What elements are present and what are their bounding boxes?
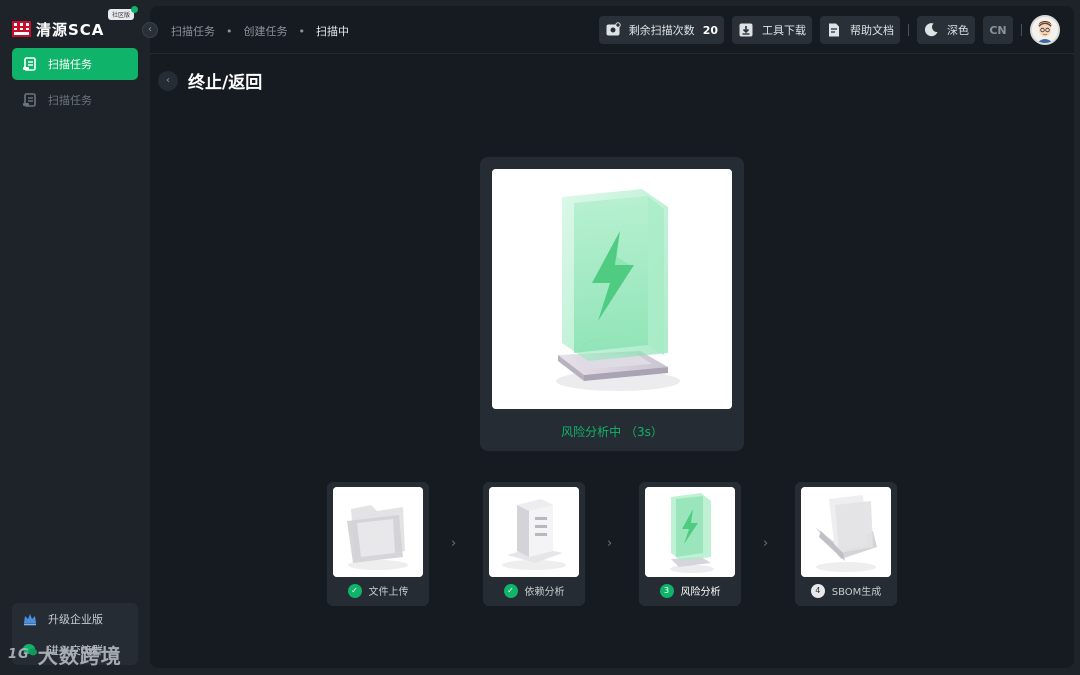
remaining-scans-button[interactable]: 剩余扫描次数 20 (598, 16, 724, 44)
remaining-scans-label: 剩余扫描次数 (628, 24, 695, 37)
step-risk-analysis: 3 风险分析 (639, 482, 741, 606)
sidebar-item-scan-tasks[interactable]: 扫描任务 (12, 48, 138, 80)
sidebar-collapse-button[interactable]: ‹ (142, 22, 158, 38)
breadcrumb-item-create-task[interactable]: 创建任务 (244, 23, 288, 39)
step-label: ✓ 文件上传 (327, 583, 429, 598)
risk-analysis-illustration (492, 169, 732, 409)
top-bar: 扫描任务 • 创建任务 • 扫描中 剩余扫描次数 20 工具下载 帮助文档 深色… (150, 6, 1074, 54)
page-title[interactable]: 终止/返回 (188, 68, 262, 93)
check-icon: ✓ (503, 583, 518, 598)
step-number-badge: 4 (810, 583, 825, 598)
edition-badge: 社区版 (108, 9, 135, 20)
download-icon (739, 23, 753, 37)
step-name: SBOM生成 (831, 587, 882, 598)
page-header: ‹ 终止/返回 (158, 68, 262, 93)
app-logo[interactable]: 清源SCA 社区版 (12, 6, 140, 44)
breadcrumb-separator: • (226, 24, 233, 38)
scroll-icon (23, 93, 36, 107)
breadcrumb-separator: • (298, 24, 306, 38)
help-docs-label: 帮助文档 (850, 24, 894, 37)
step-name: 风险分析 (680, 587, 721, 598)
step-dependency-analysis: ✓ 依赖分析 (483, 482, 585, 606)
chevron-left-icon: ‹ (166, 74, 170, 86)
chevron-left-icon: ‹ (148, 24, 152, 35)
toolbar-divider (908, 24, 909, 36)
step-label: 4 SBOM生成 (795, 583, 897, 598)
language-button[interactable]: CN (983, 16, 1013, 44)
lightning-panel-icon (645, 487, 735, 577)
step-image (489, 487, 579, 577)
watermark-logo: 1G (8, 647, 30, 662)
remaining-scans-count: 20 (702, 23, 718, 37)
step-file-upload: ✓ 文件上传 (327, 482, 429, 606)
main-panel: 扫描任务 • 创建任务 • 扫描中 剩余扫描次数 20 工具下载 帮助文档 深色… (150, 6, 1074, 668)
sidebar: 清源SCA 社区版 扫描任务 扫描任务 升级企业版 进入交流群 1G 大数跨境 (0, 0, 150, 675)
step-name: 依赖分析 (524, 587, 565, 598)
folder-icon (333, 487, 423, 577)
step-arrow: › (607, 536, 613, 551)
server-icon (489, 487, 579, 577)
progress-card: 风险分析中 （3s） (480, 157, 744, 451)
avatar-face-icon (1032, 17, 1058, 43)
crown-icon (24, 613, 36, 625)
step-image (645, 487, 735, 577)
edition-badge-dot (131, 6, 138, 13)
sidebar-item-label: 扫描任务 (48, 58, 92, 71)
document-icon (829, 23, 839, 37)
step-sbom-generation: 4 SBOM生成 (795, 482, 897, 606)
document-stack-icon (801, 487, 891, 577)
breadcrumb: 扫描任务 • 创建任务 • 扫描中 (171, 23, 349, 39)
watermark-text: 大数跨境 (37, 644, 122, 668)
upgrade-label: 升级企业版 (48, 612, 103, 626)
toolbar: 剩余扫描次数 20 工具下载 帮助文档 深色 CN (591, 15, 1060, 45)
breadcrumb-item-scanning: 扫描中 (316, 25, 349, 38)
progress-status-text: 风险分析中 （3s） (561, 425, 663, 439)
step-image (801, 487, 891, 577)
step-image (333, 487, 423, 577)
step-name: 文件上传 (368, 587, 409, 598)
sidebar-item-scan-tasks-secondary[interactable]: 扫描任务 (12, 84, 138, 116)
breadcrumb-item-scan-tasks[interactable]: 扫描任务 (171, 23, 215, 39)
app-name: 清源SCA (36, 21, 105, 39)
toolbar-divider (1021, 24, 1022, 36)
step-arrow: › (763, 536, 769, 551)
scan-quota-icon (606, 22, 621, 36)
step-label: 3 风险分析 (639, 583, 741, 598)
user-avatar[interactable] (1030, 15, 1060, 45)
upgrade-enterprise-button[interactable]: 升级企业版 (12, 603, 138, 634)
check-icon: ✓ (347, 583, 362, 598)
logo-mark-icon (12, 21, 31, 37)
step-number-badge: 3 (659, 583, 674, 598)
step-label: ✓ 依赖分析 (483, 583, 585, 598)
theme-toggle-button[interactable]: 深色 (917, 16, 975, 44)
help-docs-button[interactable]: 帮助文档 (820, 16, 900, 44)
back-button[interactable]: ‹ (158, 70, 178, 91)
tool-download-label: 工具下载 (762, 24, 806, 37)
lightning-panel-icon (492, 169, 732, 409)
moon-icon (924, 23, 938, 37)
step-arrow: › (451, 536, 457, 551)
theme-label: 深色 (947, 24, 969, 37)
scroll-icon (23, 57, 36, 71)
tool-download-button[interactable]: 工具下载 (732, 16, 812, 44)
watermark: 1G 大数跨境 (8, 640, 122, 669)
sidebar-item-label: 扫描任务 (48, 94, 92, 107)
